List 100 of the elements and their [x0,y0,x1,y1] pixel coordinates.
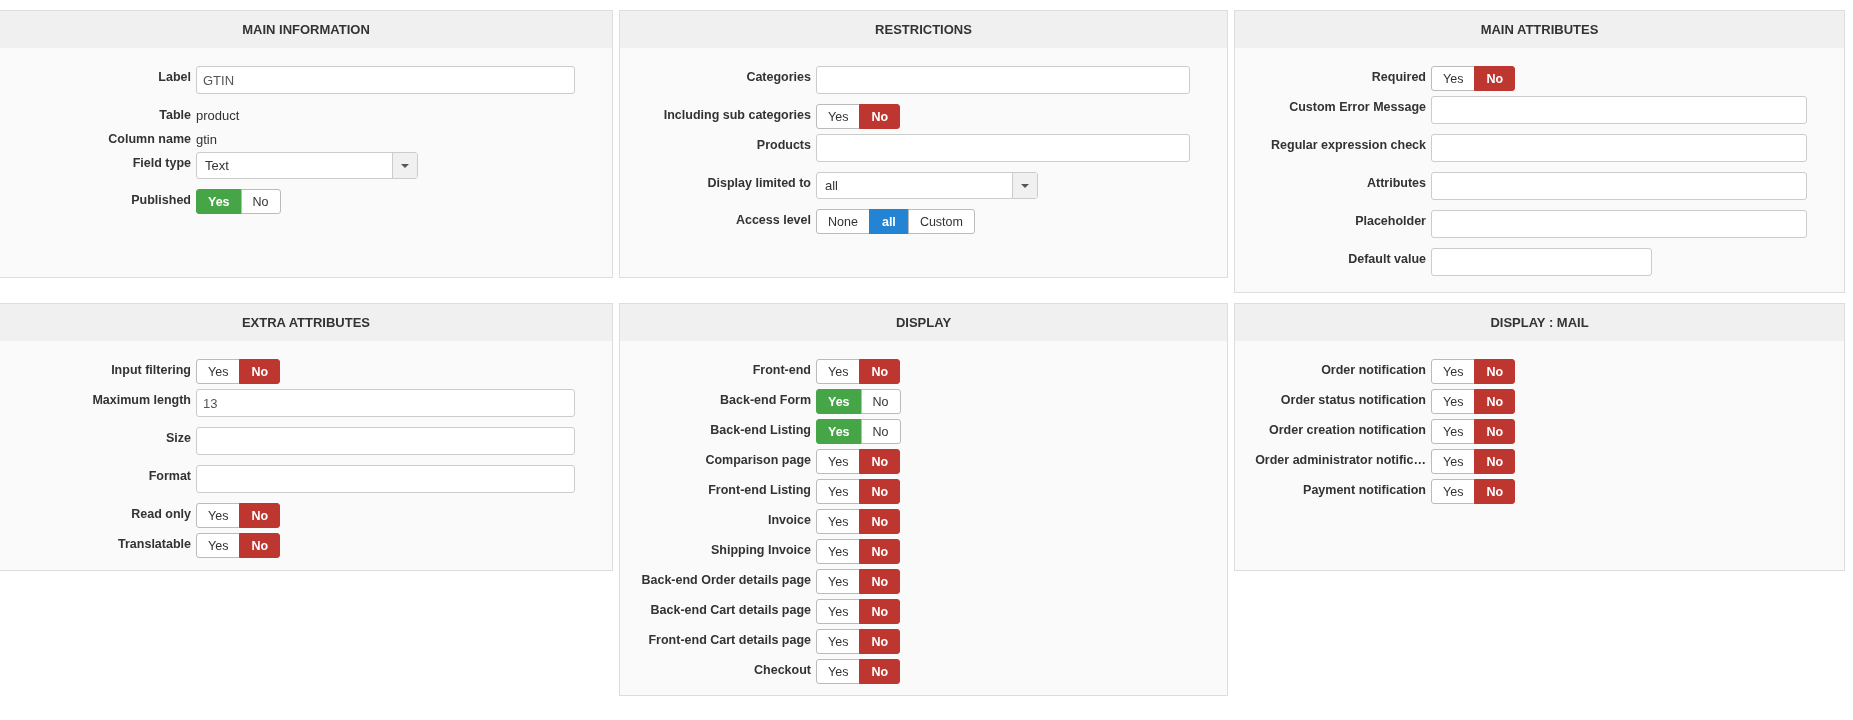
toggle-option[interactable]: No [1474,359,1516,384]
toggle-option[interactable]: No [1474,389,1516,414]
field-label: Placeholder [1354,213,1427,228]
caret-icon [401,163,409,168]
field-label: Categories [745,69,812,84]
toggle-option[interactable]: No [1474,479,1516,504]
field-label: Payment notification [1302,482,1427,497]
input-field[interactable]: GTIN [196,66,575,94]
field-label: Invoice [766,512,812,527]
toggle-option[interactable]: Yes [816,509,861,534]
toggle-option[interactable]: No [239,533,281,558]
panel-title: DISPLAY : MAIL [1235,304,1844,341]
toggle-option[interactable]: Yes [1431,359,1476,384]
dropdown[interactable]: Text [196,152,418,179]
panel-title: DISPLAY [620,304,1227,341]
panel-title: EXTRA ATTRIBUTES [0,304,612,341]
field-label: Display limited to [706,175,812,190]
field-label: Label [157,69,192,84]
input-field[interactable] [1431,96,1807,124]
toggle-option[interactable]: No [859,359,901,384]
toggle-option[interactable]: Custom [907,209,975,234]
toggle-option[interactable]: None [816,209,870,234]
input-field[interactable] [816,134,1190,162]
field-label: Back-end Form [719,392,812,407]
toggle-option[interactable]: No [859,599,901,624]
field-label: Order creation notification [1268,422,1427,437]
caret-icon [1021,183,1029,188]
toggle-option[interactable]: Yes [1431,449,1476,474]
field-label: Order administrator notific… [1254,452,1427,467]
panel-title: MAIN INFORMATION [0,11,612,48]
toggle-option[interactable]: Yes [1431,389,1476,414]
toggle-option[interactable]: No [859,629,901,654]
dropdown[interactable]: all [816,172,1038,199]
toggle-option[interactable]: Yes [816,599,861,624]
input-field[interactable] [196,427,575,455]
toggle-option[interactable]: No [1474,449,1516,474]
field-label: Required [1370,69,1427,84]
field-label: Input filtering [110,362,192,377]
toggle-option[interactable]: No [239,503,281,528]
toggle-option[interactable]: No [860,389,901,414]
field-label: Back-end Order details page [640,572,812,587]
field-label: Order status notification [1279,392,1427,407]
field-label: Published [130,192,192,207]
field-label: Regular expression check [1270,137,1427,152]
field-label: Front-end [751,362,812,377]
field-label: Including sub categories [662,107,812,122]
input-field[interactable]: 13 [196,389,575,417]
field-label: Custom Error Message [1288,99,1427,114]
toggle-option[interactable]: No [239,359,281,384]
toggle-option[interactable]: No [1474,419,1516,444]
field-label: Column name [107,131,192,146]
toggle-option[interactable]: Yes [816,659,861,684]
toggle-option[interactable]: Yes [816,449,861,474]
field-label: Checkout [753,662,812,677]
field-label: Front-end Cart details page [647,632,812,647]
toggle-option[interactable]: No [859,449,901,474]
toggle-option[interactable]: Yes [1431,479,1476,504]
field-label: Field type [131,155,192,170]
toggle-option[interactable]: Yes [816,569,861,594]
field-label: Products [755,137,812,152]
toggle-option[interactable]: No [859,509,901,534]
toggle-option[interactable]: Yes [196,503,241,528]
toggle-option[interactable]: Yes [1431,419,1476,444]
field-value: product [196,107,240,123]
toggle-option[interactable]: Yes [1431,66,1476,91]
input-field[interactable] [816,66,1190,94]
field-label: Order notification [1320,362,1427,377]
toggle-option[interactable]: No [240,189,281,214]
toggle-option[interactable]: No [859,539,901,564]
input-field[interactable] [1431,134,1807,162]
panel-title: RESTRICTIONS [620,11,1227,48]
input-field[interactable] [196,465,575,493]
field-label: Shipping Invoice [710,542,812,557]
toggle-option[interactable]: Yes [816,359,861,384]
toggle-option[interactable]: Yes [816,629,861,654]
toggle-option[interactable]: No [859,104,901,129]
field-label: Size [165,430,192,445]
toggle-option[interactable]: No [859,659,901,684]
toggle-option[interactable]: Yes [816,479,861,504]
field-label: Translatable [117,536,192,551]
field-label: Front-end Listing [707,482,812,497]
toggle-option[interactable]: all [868,209,909,234]
toggle-option[interactable]: Yes [816,539,861,564]
toggle-option[interactable]: No [1474,66,1516,91]
input-field[interactable] [1431,210,1807,238]
input-field[interactable] [1431,248,1652,276]
toggle-option[interactable]: Yes [196,533,241,558]
toggle-option[interactable]: No [859,479,901,504]
field-label: Format [147,468,192,483]
field-value: gtin [196,131,217,147]
field-label: Read only [130,506,192,521]
field-label: Default value [1347,251,1427,266]
field-label: Table [158,107,192,122]
input-field[interactable] [1431,172,1807,200]
toggle-option[interactable]: Yes [196,359,241,384]
toggle-option[interactable]: No [860,419,901,444]
toggle-option[interactable]: Yes [816,104,861,129]
panel-title: MAIN ATTRIBUTES [1235,11,1844,48]
toggle-option[interactable]: No [859,569,901,594]
field-label: Attributes [1365,175,1427,190]
